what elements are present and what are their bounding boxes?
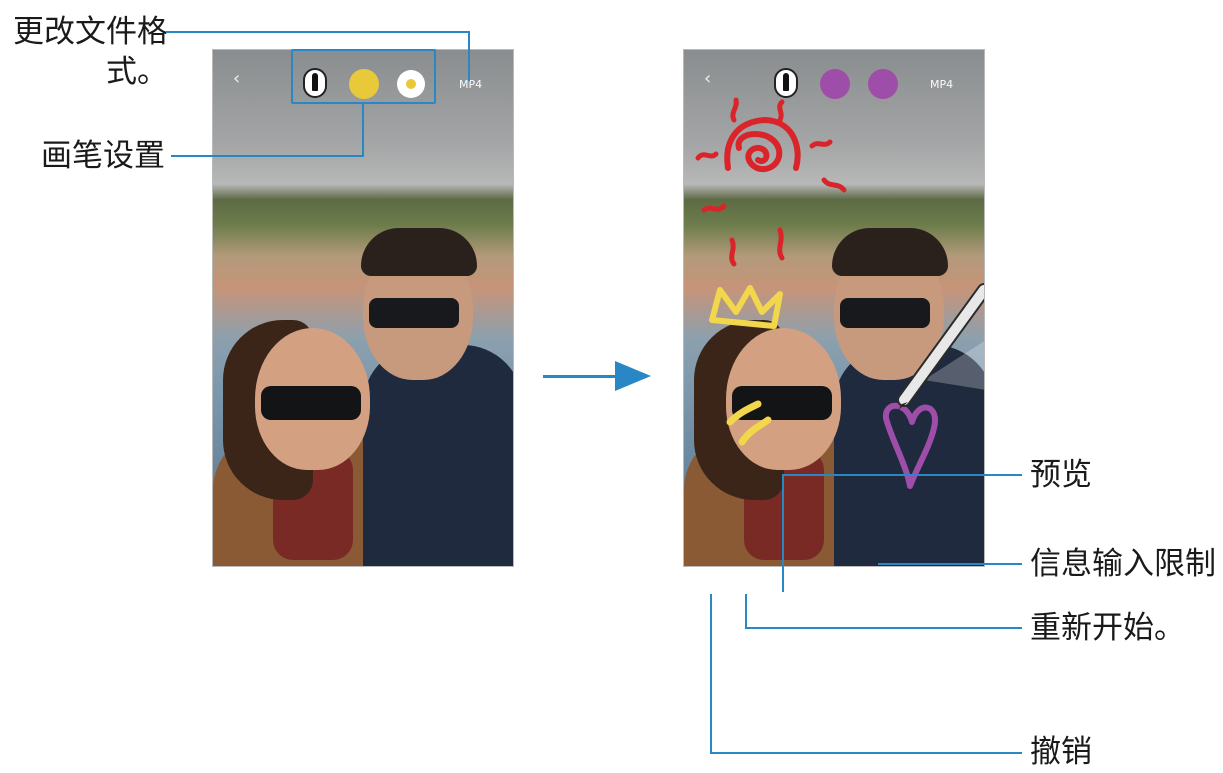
callout-line — [166, 31, 470, 33]
chevron-left-icon[interactable]: ‹ — [704, 68, 711, 89]
label-pen-settings: 画笔设置 — [41, 138, 165, 174]
photo-subject — [261, 386, 361, 420]
callout-line — [362, 103, 364, 157]
color-swatch-secondary[interactable] — [868, 69, 898, 99]
transition-arrow — [543, 375, 623, 378]
format-label[interactable]: MP4 — [930, 78, 953, 91]
transition-arrow-head — [615, 361, 651, 391]
photo-subject — [363, 345, 513, 566]
callout-line — [745, 594, 747, 629]
callout-line — [710, 594, 712, 754]
callout-line — [782, 474, 784, 592]
pen-settings-highlight — [291, 49, 436, 104]
label-undo: 撤销 — [1030, 734, 1092, 770]
chevron-left-icon[interactable]: ‹ — [233, 68, 240, 89]
callout-line — [710, 752, 1022, 754]
photo-subject — [369, 298, 459, 328]
label-change-format: 更改文件格式。 — [13, 14, 168, 90]
label-restart: 重新开始。 — [1030, 610, 1185, 646]
callout-line — [878, 563, 1022, 565]
format-label[interactable]: MP4 — [459, 78, 482, 91]
screen-after: ‹ MP4 完成 — [683, 49, 985, 567]
doodle-drawing — [695, 97, 984, 489]
callout-line — [468, 31, 470, 81]
label-preview: 预览 — [1030, 457, 1092, 493]
callout-line — [171, 155, 364, 157]
callout-line — [782, 474, 1022, 476]
photo-subject — [361, 228, 477, 276]
color-swatch-primary[interactable] — [820, 69, 850, 99]
pen-icon[interactable] — [774, 68, 798, 98]
label-input-limit: 信息输入限制 — [1030, 546, 1216, 582]
callout-line — [745, 627, 1022, 629]
